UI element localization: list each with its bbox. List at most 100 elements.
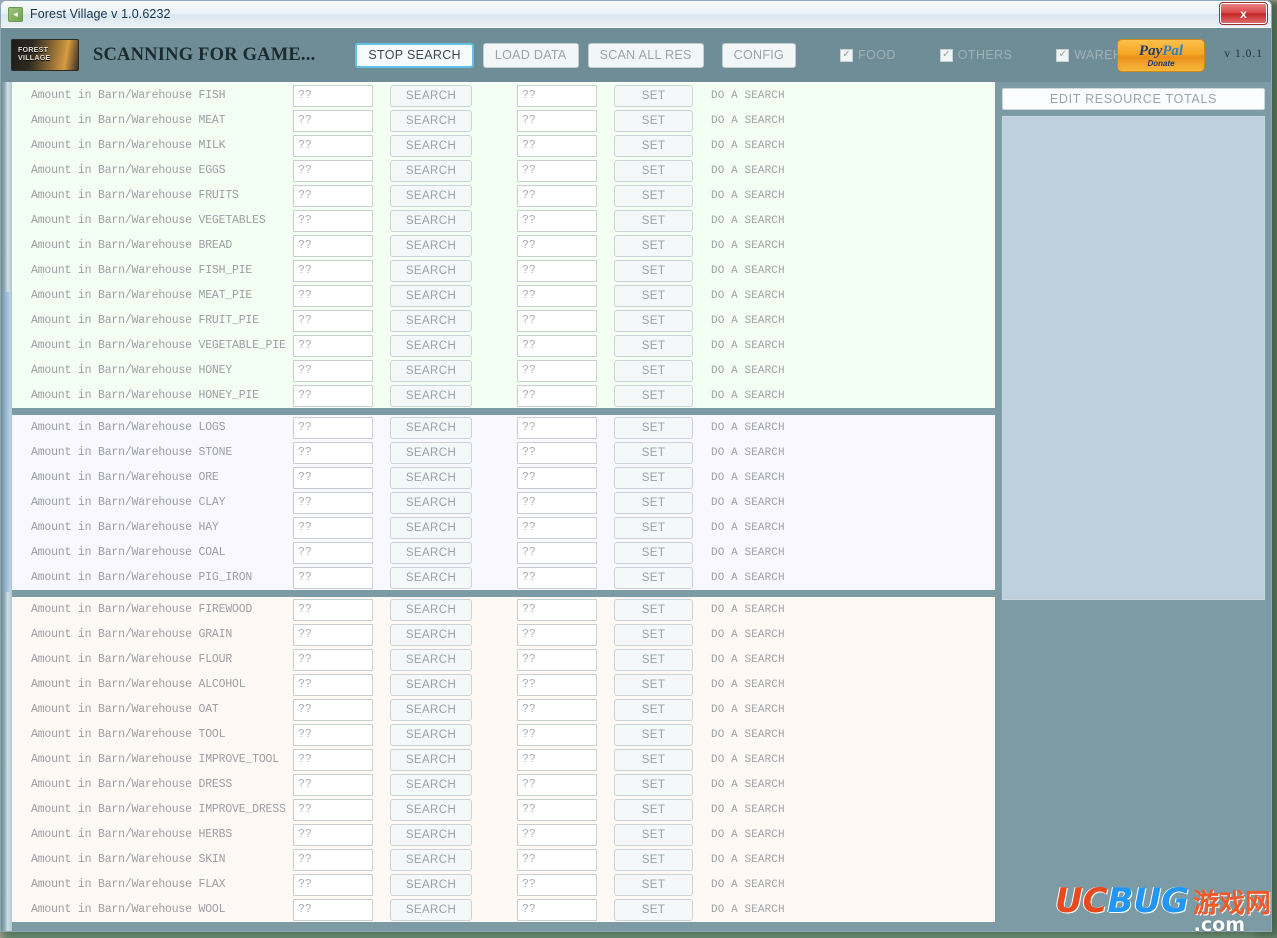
- search-value-input[interactable]: [293, 723, 373, 746]
- set-button[interactable]: SET: [614, 723, 693, 746]
- search-button[interactable]: SEARCH: [390, 84, 472, 107]
- resource-totals-list[interactable]: [1002, 116, 1265, 600]
- search-value-input[interactable]: [293, 798, 373, 821]
- set-button[interactable]: SET: [614, 416, 693, 439]
- search-button[interactable]: SEARCH: [390, 748, 472, 771]
- set-button[interactable]: SET: [614, 848, 693, 871]
- search-button[interactable]: SEARCH: [390, 516, 472, 539]
- set-value-input[interactable]: [517, 441, 597, 464]
- search-button[interactable]: SEARCH: [390, 623, 472, 646]
- set-button[interactable]: SET: [614, 234, 693, 257]
- set-value-input[interactable]: [517, 234, 597, 257]
- search-button[interactable]: SEARCH: [390, 873, 472, 896]
- search-value-input[interactable]: [293, 623, 373, 646]
- search-button[interactable]: SEARCH: [390, 491, 472, 514]
- set-value-input[interactable]: [517, 491, 597, 514]
- search-button[interactable]: SEARCH: [390, 234, 472, 257]
- set-value-input[interactable]: [517, 748, 597, 771]
- search-value-input[interactable]: [293, 441, 373, 464]
- set-button[interactable]: SET: [614, 334, 693, 357]
- stop-search-button[interactable]: STOP SEARCH: [355, 42, 474, 68]
- load-data-button[interactable]: LOAD DATA: [482, 42, 579, 68]
- search-button[interactable]: SEARCH: [390, 848, 472, 871]
- search-value-input[interactable]: [293, 416, 373, 439]
- set-value-input[interactable]: [517, 309, 597, 332]
- set-value-input[interactable]: [517, 723, 597, 746]
- set-value-input[interactable]: [517, 384, 597, 407]
- set-value-input[interactable]: [517, 134, 597, 157]
- set-value-input[interactable]: [517, 823, 597, 846]
- set-value-input[interactable]: [517, 259, 597, 282]
- search-button[interactable]: SEARCH: [390, 159, 472, 182]
- search-value-input[interactable]: [293, 516, 373, 539]
- set-button[interactable]: SET: [614, 184, 693, 207]
- set-button[interactable]: SET: [614, 134, 693, 157]
- search-value-input[interactable]: [293, 823, 373, 846]
- set-button[interactable]: SET: [614, 898, 693, 921]
- search-button[interactable]: SEARCH: [390, 284, 472, 307]
- search-button[interactable]: SEARCH: [390, 359, 472, 382]
- edit-resource-totals-button[interactable]: EDIT RESOURCE TOTALS: [1002, 88, 1265, 110]
- search-value-input[interactable]: [293, 134, 373, 157]
- search-button[interactable]: SEARCH: [390, 723, 472, 746]
- search-button[interactable]: SEARCH: [390, 384, 472, 407]
- set-value-input[interactable]: [517, 209, 597, 232]
- set-value-input[interactable]: [517, 873, 597, 896]
- search-button[interactable]: SEARCH: [390, 109, 472, 132]
- search-value-input[interactable]: [293, 159, 373, 182]
- set-button[interactable]: SET: [614, 798, 693, 821]
- search-button[interactable]: SEARCH: [390, 541, 472, 564]
- search-value-input[interactable]: [293, 648, 373, 671]
- set-value-input[interactable]: [517, 541, 597, 564]
- search-value-input[interactable]: [293, 566, 373, 589]
- close-button[interactable]: x: [1219, 2, 1268, 25]
- set-button[interactable]: SET: [614, 566, 693, 589]
- search-value-input[interactable]: [293, 259, 373, 282]
- set-button[interactable]: SET: [614, 384, 693, 407]
- search-value-input[interactable]: [293, 673, 373, 696]
- set-button[interactable]: SET: [614, 309, 693, 332]
- search-button[interactable]: SEARCH: [390, 598, 472, 621]
- search-value-input[interactable]: [293, 209, 373, 232]
- set-button[interactable]: SET: [614, 159, 693, 182]
- set-button[interactable]: SET: [614, 541, 693, 564]
- search-value-input[interactable]: [293, 184, 373, 207]
- set-button[interactable]: SET: [614, 648, 693, 671]
- set-button[interactable]: SET: [614, 359, 693, 382]
- search-value-input[interactable]: [293, 698, 373, 721]
- search-value-input[interactable]: [293, 491, 373, 514]
- search-button[interactable]: SEARCH: [390, 416, 472, 439]
- set-value-input[interactable]: [517, 334, 597, 357]
- search-value-input[interactable]: [293, 873, 373, 896]
- set-button[interactable]: SET: [614, 673, 693, 696]
- search-button[interactable]: SEARCH: [390, 259, 472, 282]
- search-button[interactable]: SEARCH: [390, 441, 472, 464]
- search-value-input[interactable]: [293, 848, 373, 871]
- set-button[interactable]: SET: [614, 748, 693, 771]
- search-button[interactable]: SEARCH: [390, 773, 472, 796]
- set-value-input[interactable]: [517, 516, 597, 539]
- scan-all-res-button[interactable]: SCAN ALL RES: [587, 42, 704, 68]
- search-value-input[interactable]: [293, 234, 373, 257]
- search-button[interactable]: SEARCH: [390, 184, 472, 207]
- search-value-input[interactable]: [293, 748, 373, 771]
- search-button[interactable]: SEARCH: [390, 209, 472, 232]
- set-button[interactable]: SET: [614, 773, 693, 796]
- search-value-input[interactable]: [293, 898, 373, 921]
- search-value-input[interactable]: [293, 309, 373, 332]
- search-button[interactable]: SEARCH: [390, 466, 472, 489]
- search-value-input[interactable]: [293, 334, 373, 357]
- set-button[interactable]: SET: [614, 873, 693, 896]
- search-value-input[interactable]: [293, 466, 373, 489]
- search-button[interactable]: SEARCH: [390, 798, 472, 821]
- scrollbar-thumb[interactable]: [3, 292, 10, 592]
- set-button[interactable]: SET: [614, 516, 693, 539]
- set-value-input[interactable]: [517, 109, 597, 132]
- search-button[interactable]: SEARCH: [390, 309, 472, 332]
- set-value-input[interactable]: [517, 466, 597, 489]
- set-value-input[interactable]: [517, 416, 597, 439]
- checkbox-food[interactable]: ✓ FOOD: [840, 48, 896, 62]
- set-button[interactable]: SET: [614, 823, 693, 846]
- search-button[interactable]: SEARCH: [390, 648, 472, 671]
- set-button[interactable]: SET: [614, 209, 693, 232]
